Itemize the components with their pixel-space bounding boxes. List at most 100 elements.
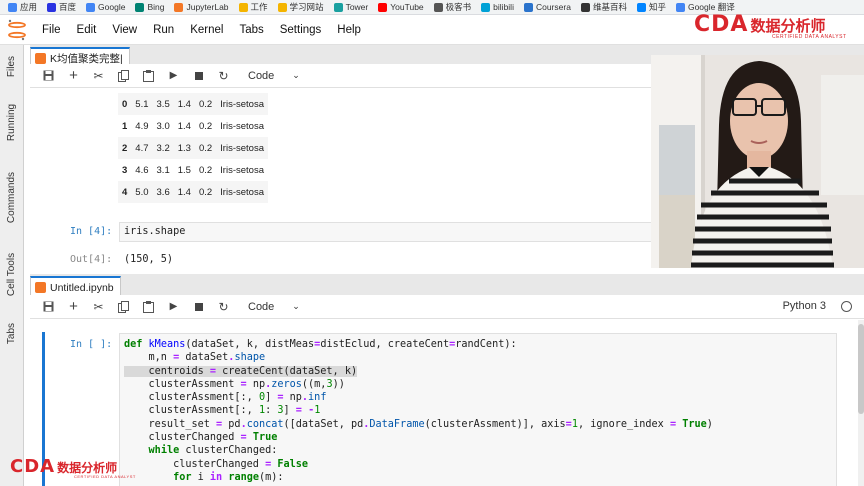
table-cell: Iris-setosa: [216, 93, 268, 115]
refresh-icon: ↻: [218, 68, 229, 83]
cell-type-select[interactable]: Code ⌄: [248, 301, 300, 313]
sidebar-tab-running[interactable]: Running: [0, 93, 24, 151]
cut-button[interactable]: ✂: [86, 296, 111, 318]
sidebar-tab-label: Cell Tools: [6, 252, 18, 296]
left-sidebar: Files Running Commands Cell Tools Tabs: [0, 45, 24, 486]
table-cell: 2: [118, 137, 132, 159]
save-icon: [43, 301, 54, 312]
table-cell: 3.0: [156, 120, 170, 132]
bookmark-label: 维基百科: [592, 2, 627, 12]
bottom-notebook-tab[interactable]: Untitled.ipynb: [30, 276, 121, 297]
bookmark-label: YouTube: [390, 2, 424, 12]
run-button[interactable]: ▶: [161, 296, 186, 318]
menu-run[interactable]: Run: [145, 24, 182, 36]
menu-tabs[interactable]: Tabs: [231, 24, 271, 36]
table-cell: 4.9: [135, 120, 149, 132]
sidebar-tab-label: Tabs: [6, 322, 18, 344]
copy-button[interactable]: [111, 65, 136, 87]
input-prompt: In [ ]:: [70, 339, 113, 350]
bookmark-item[interactable]: YouTube: [374, 2, 427, 12]
bookmark-item[interactable]: Tower: [330, 2, 373, 12]
menu-settings[interactable]: Settings: [272, 24, 330, 36]
bottom-scrollbar[interactable]: [858, 320, 864, 486]
code-cell-input[interactable]: iris.shape: [119, 222, 679, 242]
output-text: (150, 5): [124, 254, 174, 265]
bookmark-item[interactable]: Bing: [131, 2, 168, 12]
cut-button[interactable]: ✂: [86, 65, 111, 87]
menu-view[interactable]: View: [104, 24, 145, 36]
stop-button[interactable]: [186, 65, 211, 87]
play-icon: ▶: [169, 301, 178, 312]
brand-logo-top: CDA 数据分析师 CERTIFIED DATA ANALYST: [694, 12, 847, 40]
table-row: 3 4.6 3.1 1.5 0.2 Iris-setosa: [118, 159, 268, 181]
bottom-tab-bar: Untitled.ipynb: [30, 274, 864, 297]
bookmark-item[interactable]: 百度: [43, 1, 80, 13]
code-line: clusterAssment[:, 1: 3] = -1: [124, 405, 321, 417]
table-cell: Iris-setosa: [220, 120, 264, 132]
kernel-name[interactable]: Python 3: [783, 300, 826, 312]
bookmark-item[interactable]: 知乎: [633, 1, 670, 13]
table-cell: 5.1: [131, 93, 153, 115]
bookmark-item[interactable]: JupyterLab: [170, 2, 232, 12]
code-line: clusterChanged = False: [124, 458, 309, 470]
bookmark-item[interactable]: Coursera: [520, 2, 575, 12]
bookmark-label: 应用: [20, 2, 38, 12]
paste-button[interactable]: [136, 65, 161, 87]
bookmark-item[interactable]: 学习网站: [274, 1, 328, 13]
bookmark-item[interactable]: 极客书: [430, 1, 476, 13]
insert-cell-button[interactable]: +: [61, 65, 86, 87]
bookmark-item[interactable]: 工作: [235, 1, 272, 13]
bilibili-icon: [481, 2, 491, 12]
bookmark-label: bilibili: [493, 2, 514, 12]
paste-button[interactable]: [136, 296, 161, 318]
plus-icon: +: [69, 67, 78, 84]
copy-button[interactable]: [111, 296, 136, 318]
code-line: clusterAssment = np.zeros((m,3)): [124, 378, 345, 390]
scrollbar-thumb[interactable]: [858, 324, 864, 414]
stop-button[interactable]: [186, 296, 211, 318]
sidebar-tab-tabs[interactable]: Tabs: [0, 313, 24, 353]
webcam-overlay: [651, 55, 864, 268]
insert-cell-button[interactable]: +: [61, 296, 86, 318]
bookmark-label: Bing: [147, 2, 165, 12]
table-cell: 3: [122, 164, 128, 176]
apps-grid-icon: [8, 2, 17, 12]
code-cell-input[interactable]: def kMeans(dataSet, k, distMeas=distEclu…: [119, 333, 837, 486]
menu-help[interactable]: Help: [329, 24, 369, 36]
run-button[interactable]: ▶: [161, 65, 186, 87]
table-cell: 0.2: [194, 137, 217, 159]
brand-sub: CERTIFIED DATA ANALYST: [772, 34, 847, 40]
table-cell: 1.4: [173, 93, 195, 115]
bookmark-item[interactable]: 维基百科: [577, 1, 631, 13]
save-button[interactable]: [36, 65, 61, 87]
notebook-icon: [35, 282, 46, 293]
bookmark-label: 知乎: [648, 2, 666, 12]
sidebar-tab-cell-tools[interactable]: Cell Tools: [0, 243, 24, 305]
table-cell: 3.1: [156, 164, 170, 176]
restart-button[interactable]: ↻: [211, 65, 236, 87]
menu-file[interactable]: File: [34, 24, 69, 36]
translate-icon: [675, 2, 685, 12]
menu-kernel[interactable]: Kernel: [182, 24, 231, 36]
bookmark-label: Tower: [345, 2, 369, 12]
table-cell: 0.2: [198, 120, 213, 132]
refresh-icon: ↻: [218, 299, 229, 314]
restart-button[interactable]: ↻: [211, 296, 236, 318]
bing-icon: [135, 2, 145, 12]
table-cell: 1.3: [173, 137, 195, 159]
sidebar-tab-label: Commands: [6, 171, 18, 223]
bookmark-item[interactable]: bilibili: [477, 2, 518, 12]
cell-type-select[interactable]: Code ⌄: [248, 70, 300, 82]
tower-icon: [333, 2, 343, 12]
code-line: def kMeans(dataSet, k, distMeas=distEclu…: [124, 339, 517, 350]
bookmark-item[interactable]: 应用: [4, 1, 41, 13]
scissors-icon: ✂: [93, 299, 104, 314]
save-button[interactable]: [36, 296, 61, 318]
menu-edit[interactable]: Edit: [69, 24, 105, 36]
bookmark-item[interactable]: Google: [82, 2, 129, 12]
sidebar-tab-files[interactable]: Files: [0, 45, 24, 87]
sidebar-tab-commands[interactable]: Commands: [0, 161, 24, 233]
brand-sub: CERTIFIED DATA ANALYST: [74, 474, 136, 479]
bottom-notebook-toolbar: + ✂ ▶ ↻ Code ⌄ Python 3: [30, 295, 864, 319]
table-cell: Iris-setosa: [216, 181, 268, 203]
